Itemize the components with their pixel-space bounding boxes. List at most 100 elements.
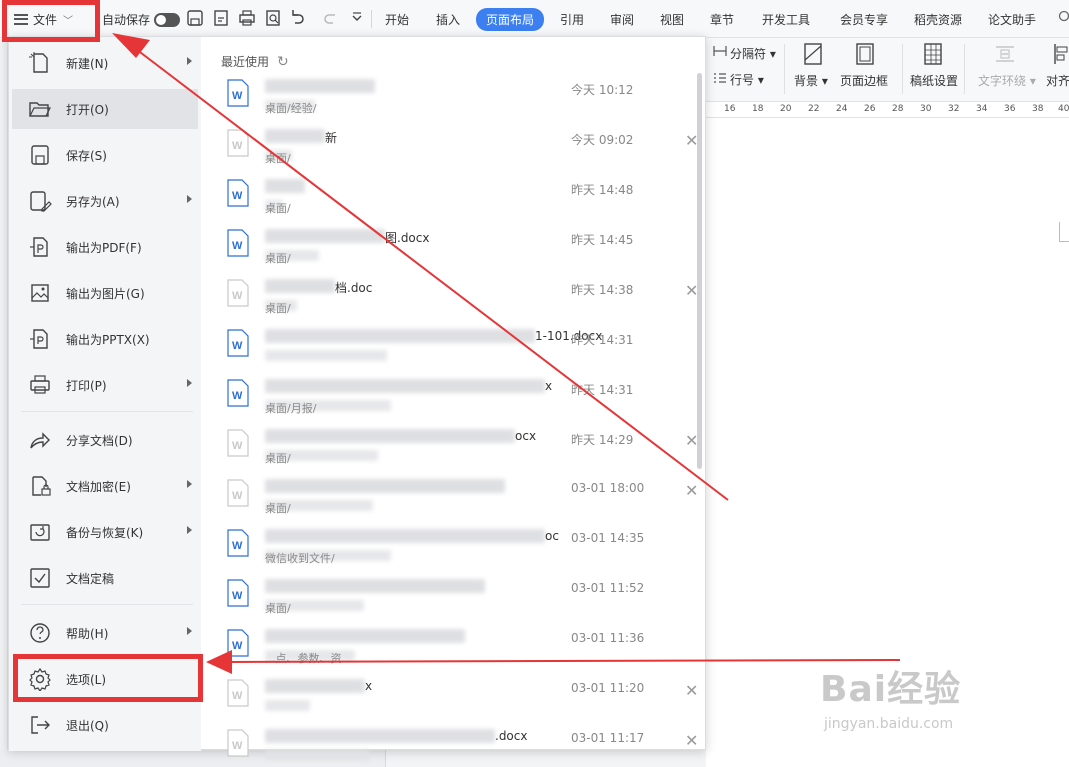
tab-docer[interactable]: 稻壳资源 bbox=[914, 11, 962, 28]
menu-item-help[interactable]: 帮助(H) bbox=[12, 613, 198, 653]
recent-file-item[interactable]: W 1-101.docx 昨天 14:31 bbox=[223, 323, 693, 373]
word-doc-icon: W bbox=[227, 279, 249, 307]
menu-item-export-pdf[interactable]: 输出为PDF(F) bbox=[12, 227, 198, 267]
print-icon[interactable] bbox=[238, 9, 256, 27]
remove-recent-icon[interactable]: ✕ bbox=[685, 681, 698, 700]
menu-item-backup[interactable]: 备份与恢复(K) bbox=[12, 512, 198, 552]
menu-item-export-pptx[interactable]: 输出为PPTX(X) bbox=[12, 319, 198, 359]
page-border-button[interactable]: 页面边框 bbox=[840, 72, 888, 89]
redo-icon[interactable] bbox=[322, 9, 340, 27]
recent-file-item[interactable]: Wocx 桌面/昨天 14:29 ✕ bbox=[223, 423, 698, 473]
svg-text:W: W bbox=[232, 290, 243, 302]
save-icon[interactable] bbox=[186, 9, 204, 27]
menu-item-finalize[interactable]: 文档定稿 bbox=[12, 558, 198, 598]
tab-view[interactable]: 视图 bbox=[660, 11, 684, 28]
svg-text:W: W bbox=[232, 640, 243, 652]
recent-files-scrollbar[interactable] bbox=[697, 73, 702, 469]
ruler-tick: 36 bbox=[1004, 104, 1016, 114]
ruler-tick: 26 bbox=[864, 104, 876, 114]
tab-insert[interactable]: 插入 bbox=[436, 11, 460, 28]
menu-item-exit[interactable]: 退出(Q) bbox=[12, 705, 198, 745]
blurred-filename bbox=[265, 129, 325, 143]
menu-item-label: 另存为(A) bbox=[66, 194, 120, 209]
menu-item-print[interactable]: 打印(P) bbox=[12, 365, 198, 405]
recent-file-item[interactable]: Wx 桌面/月报/昨天 14:31 bbox=[223, 373, 693, 423]
recent-file-path: 桌面/ bbox=[265, 452, 291, 465]
recent-file-item[interactable]: W 桌面/昨天 14:48 bbox=[223, 173, 693, 223]
manuscript-button[interactable]: 稿纸设置 bbox=[910, 72, 958, 89]
menu-divider bbox=[21, 604, 193, 605]
tab-developer[interactable]: 开发工具 bbox=[762, 11, 810, 28]
remove-recent-icon[interactable]: ✕ bbox=[685, 481, 698, 500]
recent-file-path: 桌面/ bbox=[265, 152, 291, 165]
print-preview-icon[interactable] bbox=[264, 9, 282, 27]
menu-item-save[interactable]: 保存(S) bbox=[12, 135, 198, 175]
menu-item-new[interactable]: 新建(N) bbox=[12, 43, 198, 83]
ruler-tick: 32 bbox=[948, 104, 960, 114]
recent-file-path: 桌面/经验/ bbox=[265, 102, 317, 115]
tab-member[interactable]: 会员专享 bbox=[840, 11, 888, 28]
menu-item-label: 新建(N) bbox=[66, 56, 109, 71]
tab-paper-assistant[interactable]: 论文助手 bbox=[988, 11, 1036, 28]
recent-file-item[interactable]: W 新桌面/今天 09:02 ✕ bbox=[223, 123, 698, 173]
ruler-tick: 40 bbox=[1058, 104, 1069, 114]
word-doc-icon: W bbox=[227, 729, 249, 757]
export-pptx-icon bbox=[30, 329, 48, 349]
recent-file-name: ocx bbox=[515, 429, 537, 443]
recent-file-item[interactable]: W 桌面/03-01 18:00 ✕ bbox=[223, 473, 698, 523]
background-button[interactable]: 背景 ▾ bbox=[794, 72, 828, 89]
search-icon[interactable] bbox=[1058, 10, 1069, 24]
tab-chapter[interactable]: 章节 bbox=[710, 11, 734, 28]
column-break-button[interactable]: 分隔符 ▾ bbox=[730, 45, 776, 62]
recent-file-item[interactable]: Wx 03-01 11:20 ✕ bbox=[223, 673, 698, 723]
recent-file-item[interactable]: Woc 微信收到文件/03-01 14:35 bbox=[223, 523, 693, 573]
undo-icon[interactable] bbox=[288, 9, 306, 27]
recent-file-item[interactable]: W 图.docx 桌面/昨天 14:45 bbox=[223, 223, 693, 273]
recent-file-time: 昨天 14:31 bbox=[571, 383, 634, 397]
autosave-toggle[interactable]: 自动保存 bbox=[102, 11, 181, 28]
menu-item-label: 输出为图片(G) bbox=[66, 286, 145, 301]
ruler-tick: 30 bbox=[920, 104, 932, 114]
menu-item-encrypt[interactable]: 文档加密(E) bbox=[12, 466, 198, 506]
align-button[interactable]: 对齐 bbox=[1046, 72, 1069, 89]
encrypt-icon bbox=[32, 476, 51, 496]
recent-file-time: 昨天 14:48 bbox=[571, 183, 634, 197]
tab-page-layout[interactable]: 页面布局 bbox=[476, 8, 545, 31]
menu-item-save-as[interactable]: 另存为(A) bbox=[12, 181, 198, 221]
tab-review[interactable]: 审阅 bbox=[610, 11, 634, 28]
recent-file-item[interactable]: W 桌面/03-01 11:52 bbox=[223, 573, 693, 623]
svg-text:W: W bbox=[232, 590, 243, 602]
annotation-box-options bbox=[13, 654, 203, 702]
line-number-button[interactable]: 行号 ▾ bbox=[730, 71, 764, 88]
word-doc-icon: W bbox=[227, 229, 249, 257]
recent-file-time: 昨天 14:29 bbox=[571, 433, 634, 447]
refresh-icon[interactable]: ↻ bbox=[277, 54, 289, 70]
menu-item-share[interactable]: 分享文档(D) bbox=[12, 420, 198, 460]
menu-item-export-image[interactable]: 输出为图片(G) bbox=[12, 273, 198, 313]
menu-item-open[interactable]: 打开(O) bbox=[12, 89, 198, 129]
blurred-filename bbox=[265, 479, 505, 493]
tab-references[interactable]: 引用 bbox=[560, 11, 584, 28]
background-icon bbox=[804, 43, 822, 65]
blurred-filename bbox=[265, 279, 335, 293]
customize-toolbar-icon[interactable] bbox=[348, 9, 366, 27]
recent-file-item[interactable]: W ...点、参数、资... 03-01 11:36 bbox=[223, 623, 693, 673]
word-doc-icon: W bbox=[227, 679, 249, 707]
svg-text:W: W bbox=[232, 140, 243, 152]
finalize-icon bbox=[30, 568, 50, 588]
text-wrap-button[interactable]: 文字环绕 ▾ bbox=[978, 72, 1036, 89]
recent-file-item[interactable]: W 档.doc 桌面/昨天 14:38 ✕ bbox=[223, 273, 698, 323]
remove-recent-icon[interactable]: ✕ bbox=[685, 731, 698, 750]
blurred-path bbox=[265, 750, 369, 761]
background-label: 背景 bbox=[794, 74, 819, 88]
blurred-filename bbox=[265, 629, 465, 643]
svg-text:W: W bbox=[232, 690, 243, 702]
tab-home[interactable]: 开始 bbox=[385, 11, 409, 28]
export-pdf-icon[interactable] bbox=[212, 9, 230, 27]
blurred-filename bbox=[265, 729, 495, 743]
recent-file-item[interactable]: W .docx 03-01 11:17 ✕ bbox=[223, 723, 698, 767]
word-doc-icon: W bbox=[227, 429, 249, 457]
menu-item-label: 退出(Q) bbox=[66, 718, 109, 733]
recent-file-item[interactable]: W 桌面/经验/今天 10:12 bbox=[223, 73, 693, 123]
recent-files-title: 最近使用 bbox=[221, 55, 270, 69]
